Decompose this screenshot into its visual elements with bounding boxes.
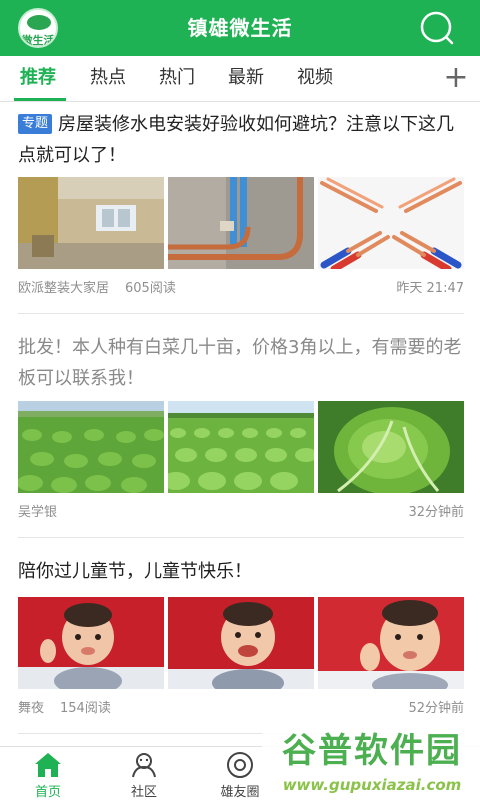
item-title: 陪你过儿童节，儿童节快乐！ <box>18 561 252 582</box>
tab-recommend[interactable]: 推荐 <box>20 56 56 102</box>
item-image[interactable] <box>168 597 314 689</box>
nav-label: 社区 <box>130 785 157 800</box>
item-images <box>18 177 464 269</box>
item-image[interactable] <box>318 597 464 689</box>
item-image[interactable] <box>18 177 164 269</box>
home-icon <box>35 753 61 777</box>
item-time: 昨天 21:47 <box>396 281 464 296</box>
nav-label: 首页 <box>34 785 61 800</box>
item-image[interactable] <box>168 177 314 269</box>
item-images <box>18 401 464 493</box>
item-reads: 605阅读 <box>125 281 176 296</box>
app-title: 镇雄微生活 <box>187 16 293 40</box>
active-tab-indicator <box>14 98 66 101</box>
add-tab-button[interactable]: + <box>442 62 470 94</box>
item-source: 欧派整装大家居 <box>18 281 110 296</box>
tab-hot-spot[interactable]: 热点 <box>90 56 126 102</box>
community-icon <box>132 753 156 778</box>
item-image[interactable] <box>318 177 464 269</box>
item-source: 吴学银 <box>18 505 58 520</box>
watermark-text: 谷普软件园 <box>282 731 462 771</box>
item-meta: 欧派整装大家居 605阅读 昨天 21:47 <box>18 279 464 299</box>
item-source: 舞夜 <box>18 701 45 716</box>
search-icon <box>420 11 454 45</box>
search-button[interactable] <box>416 10 456 46</box>
item-reads: 154阅读 <box>60 701 111 716</box>
item-time: 32分钟前 <box>408 505 464 520</box>
item-time: 52分钟前 <box>408 701 464 716</box>
nav-item-home[interactable]: 首页 <box>0 747 96 800</box>
item-title: 房屋装修水电安装好验收如何避坑？注意以下这几点就可以了！ <box>18 114 455 166</box>
topic-tag: 专题 <box>18 114 53 134</box>
item-image[interactable] <box>318 401 464 493</box>
watermark: 谷普软件园 www.gupuxiazai.com <box>262 724 480 800</box>
item-image[interactable] <box>168 401 314 493</box>
tab-popular[interactable]: 热门 <box>159 56 195 102</box>
item-title: 批发！本人种有白菜几十亩，价格3角以上，有需要的老板可以联系我！ <box>18 337 462 389</box>
tab-video[interactable]: 视频 <box>297 56 333 102</box>
item-title-wrap: 专题 房屋装修水电安装好验收如何避坑？注意以下这几点就可以了！ <box>18 109 464 171</box>
item-image[interactable] <box>18 597 164 689</box>
circle-icon <box>227 752 253 778</box>
item-images <box>18 597 464 689</box>
item-meta: 吴学银 32分钟前 <box>18 503 464 523</box>
item-meta: 舞夜 154阅读 52分钟前 <box>18 699 464 719</box>
app-header: 微生活 镇雄微生活 <box>0 0 480 56</box>
watermark-url: www.gupuxiazai.com <box>282 776 462 794</box>
tab-latest[interactable]: 最新 <box>228 56 264 102</box>
item-image[interactable] <box>18 401 164 493</box>
feed-divider <box>18 313 464 314</box>
feed-divider <box>18 537 464 538</box>
nav-item-community[interactable]: 社区 <box>96 747 192 800</box>
category-tabs: 推荐 热点 热门 最新 视频 + <box>0 56 480 102</box>
